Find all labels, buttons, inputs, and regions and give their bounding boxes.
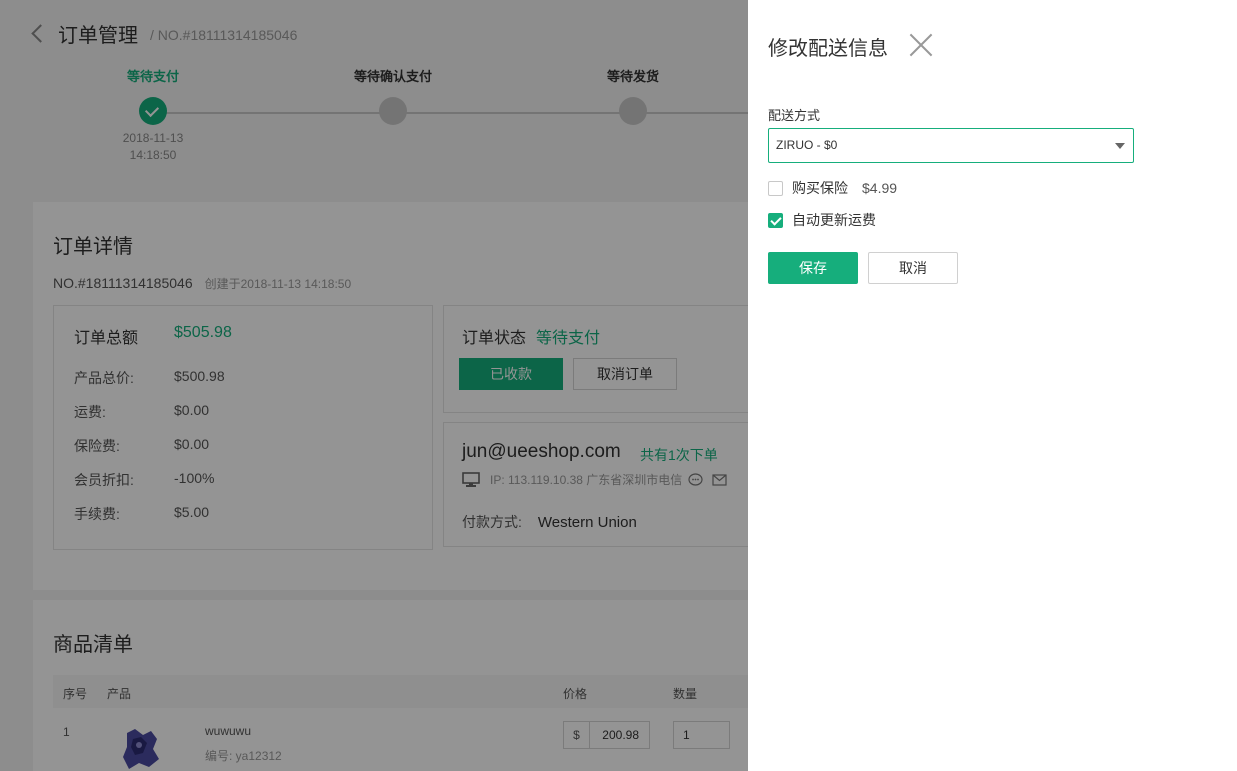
drawer-title: 修改配送信息 [768, 38, 888, 60]
shipping-method-label: 配送方式 [768, 108, 821, 123]
edit-shipping-drawer: 修改配送信息 配送方式 ZIRUO - $0 购买保险 $4.99 自动更新运费… [748, 0, 1237, 771]
insurance-price: $4.99 [862, 180, 898, 196]
insurance-checkbox[interactable] [768, 180, 783, 196]
auto-update-label: 自动更新运费 [792, 212, 876, 228]
chevron-down-icon [1115, 143, 1125, 149]
shipping-method-value: ZIRUO - $0 [776, 138, 838, 152]
shipping-method-select[interactable]: ZIRUO - $0 [768, 128, 1134, 163]
insurance-option[interactable]: 购买保险 $4.99 [768, 178, 897, 198]
modal-overlay[interactable] [0, 0, 748, 771]
insurance-label: 购买保险 [792, 180, 848, 196]
close-icon[interactable] [908, 32, 934, 58]
auto-update-option[interactable]: 自动更新运费 [768, 210, 876, 230]
cancel-button[interactable]: 取消 [868, 252, 958, 284]
save-button[interactable]: 保存 [768, 252, 858, 284]
auto-update-checkbox[interactable] [768, 212, 783, 228]
